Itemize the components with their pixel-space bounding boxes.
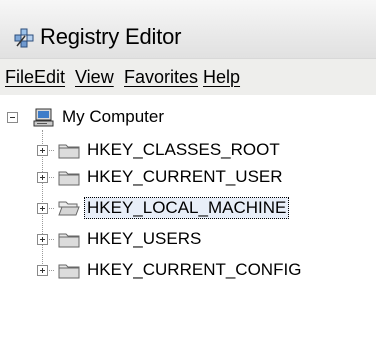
expand-icon[interactable] <box>37 265 48 276</box>
window-title: Registry Editor <box>40 24 182 49</box>
registry-tree[interactable]: My Computer HKEY_CLASSES_ROOT HKEY_CURRE… <box>0 95 376 353</box>
tree-label-hkey-users[interactable]: HKEY_USERS <box>87 229 201 249</box>
tree-label-hkey-classes-root[interactable]: HKEY_CLASSES_ROOT <box>87 140 280 160</box>
open-folder-icon <box>58 201 80 216</box>
tree-label-my-computer[interactable]: My Computer <box>62 107 164 127</box>
tree-label-hkey-current-user[interactable]: HKEY_CURRENT_USER <box>87 167 283 187</box>
expand-icon[interactable] <box>37 234 48 245</box>
menu-view[interactable]: View <box>75 67 114 88</box>
folder-icon <box>58 171 80 186</box>
collapse-icon[interactable] <box>7 112 18 123</box>
folder-icon <box>58 233 80 248</box>
expand-icon[interactable] <box>37 172 48 183</box>
registry-editor-window: Registry Editor File Edit View Favorites… <box>0 0 376 353</box>
menu-file[interactable]: File <box>5 67 34 88</box>
tree-label-hkey-current-config[interactable]: HKEY_CURRENT_CONFIG <box>87 260 301 280</box>
menu-favorites[interactable]: Favorites <box>124 67 198 88</box>
menu-help[interactable]: Help <box>203 67 240 88</box>
computer-icon <box>33 108 54 127</box>
expand-icon[interactable] <box>37 145 48 156</box>
folder-icon <box>58 144 80 159</box>
menu-edit[interactable]: Edit <box>34 67 65 88</box>
registry-editor-icon <box>14 28 34 48</box>
folder-icon <box>58 264 80 279</box>
expand-icon[interactable] <box>37 203 48 214</box>
tree-label-hkey-local-machine[interactable]: HKEY_LOCAL_MACHINE <box>84 197 290 219</box>
title-bar[interactable]: Registry Editor <box>0 0 376 58</box>
menu-bar: File Edit View Favorites Help <box>0 58 376 96</box>
